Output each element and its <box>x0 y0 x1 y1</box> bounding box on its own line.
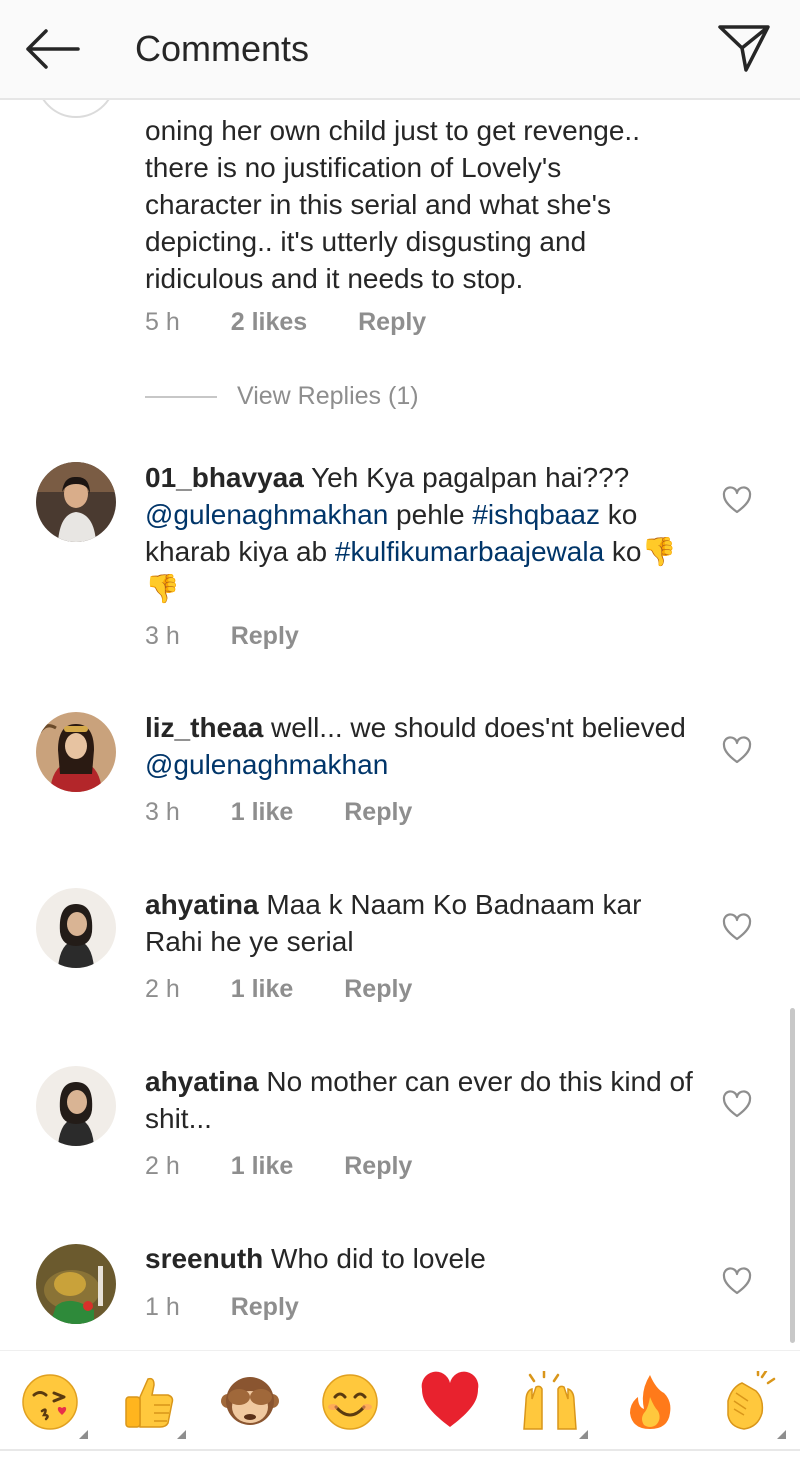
red-heart-emoji[interactable] <box>420 1371 480 1433</box>
comment-meta: 1 h Reply <box>145 1292 299 1322</box>
likes-count[interactable]: 1 like <box>231 797 294 827</box>
comment-text: liz_theaa well... we should does'nt beli… <box>145 712 686 780</box>
comment-meta: 5 h 2 likes Reply <box>145 307 426 337</box>
fire-emoji[interactable] <box>620 1371 680 1433</box>
comment-meta: 2 h 1 like Reply <box>145 1151 412 1181</box>
likes-count[interactable]: 1 like <box>231 1151 294 1181</box>
likes-count[interactable]: 1 like <box>231 974 294 1004</box>
comment-meta: 3 h 1 like Reply <box>145 797 412 827</box>
avatar[interactable] <box>36 1244 116 1324</box>
reply-button[interactable]: Reply <box>344 797 412 827</box>
more-options-triangle <box>79 1430 88 1439</box>
heart-icon[interactable] <box>722 913 752 941</box>
avatar[interactable] <box>36 712 116 792</box>
comment-time: 3 h <box>145 798 180 826</box>
face-blowing-kiss-emoji[interactable] <box>20 1371 88 1439</box>
avatar[interactable] <box>36 1066 116 1146</box>
view-replies-button[interactable]: View Replies (1) <box>145 382 419 412</box>
comment-time: 2 h <box>145 975 180 1003</box>
comment-username[interactable]: sreenuth <box>145 1243 263 1274</box>
heart-icon[interactable] <box>722 486 752 514</box>
reply-button[interactable]: Reply <box>358 307 426 337</box>
hashtag-link[interactable]: #kulfikumarbaajewala <box>335 536 604 567</box>
hashtag-link[interactable]: #ishqbaaz <box>472 499 600 530</box>
avatar[interactable] <box>36 888 116 968</box>
comment-username[interactable]: ahyatina <box>145 889 259 920</box>
thumbs-up-emoji[interactable] <box>118 1371 186 1439</box>
comment-text: ahyatina No mother can ever do this kind… <box>145 1066 693 1134</box>
back-arrow-icon[interactable] <box>22 26 82 72</box>
scrollbar[interactable] <box>790 1008 795 1343</box>
reply-button[interactable]: Reply <box>231 621 299 651</box>
page-title: Comments <box>135 28 310 69</box>
heart-icon[interactable] <box>722 1267 752 1295</box>
comment-time: 1 h <box>145 1293 180 1321</box>
emoji-reaction-bar <box>0 1350 800 1460</box>
comment-text: sreenuth Who did to lovele <box>145 1243 486 1274</box>
heart-icon[interactable] <box>722 736 752 764</box>
reply-button[interactable]: Reply <box>344 1151 412 1181</box>
comment-username[interactable]: 01_bhavyaa <box>145 462 304 493</box>
divider <box>145 396 217 399</box>
mention-link[interactable]: @gulenaghmakhan <box>145 749 388 780</box>
comment-username[interactable]: liz_theaa <box>145 712 263 743</box>
comment-meta: 3 h Reply <box>145 621 299 651</box>
clapping-hands-emoji[interactable] <box>718 1371 786 1439</box>
header-bar: Comments <box>0 0 800 100</box>
comment-time: 5 h <box>145 308 180 336</box>
comment-text: ahyatina Maa k Naam Ko Badnaam kar Rahi … <box>145 889 642 957</box>
heart-icon[interactable] <box>722 1090 752 1118</box>
avatar[interactable] <box>36 100 116 118</box>
more-options-triangle <box>579 1430 588 1439</box>
avatar[interactable] <box>36 462 116 542</box>
comments-list[interactable]: oning her own child just to get revenge.… <box>0 100 800 1350</box>
comment-time: 3 h <box>145 622 180 650</box>
divider <box>0 1449 800 1451</box>
comment-meta: 2 h 1 like Reply <box>145 974 412 1004</box>
direct-share-icon[interactable] <box>716 22 772 74</box>
comment-text: oning her own child just to get revenge.… <box>145 115 640 294</box>
reply-button[interactable]: Reply <box>344 974 412 1004</box>
see-no-evil-monkey-emoji[interactable] <box>220 1371 280 1433</box>
likes-count[interactable]: 2 likes <box>231 307 307 337</box>
comment-username[interactable]: ahyatina <box>145 1066 259 1097</box>
more-options-triangle <box>177 1430 186 1439</box>
comment-time: 2 h <box>145 1152 180 1180</box>
reply-button[interactable]: Reply <box>231 1292 299 1322</box>
more-options-triangle <box>777 1430 786 1439</box>
raising-hands-emoji[interactable] <box>520 1371 588 1439</box>
mention-link[interactable]: @gulenaghmakhan <box>145 499 388 530</box>
comment-text: 01_bhavyaa Yeh Kya pagalpan hai??? @gule… <box>145 462 677 604</box>
smiling-face-emoji[interactable] <box>320 1371 380 1433</box>
